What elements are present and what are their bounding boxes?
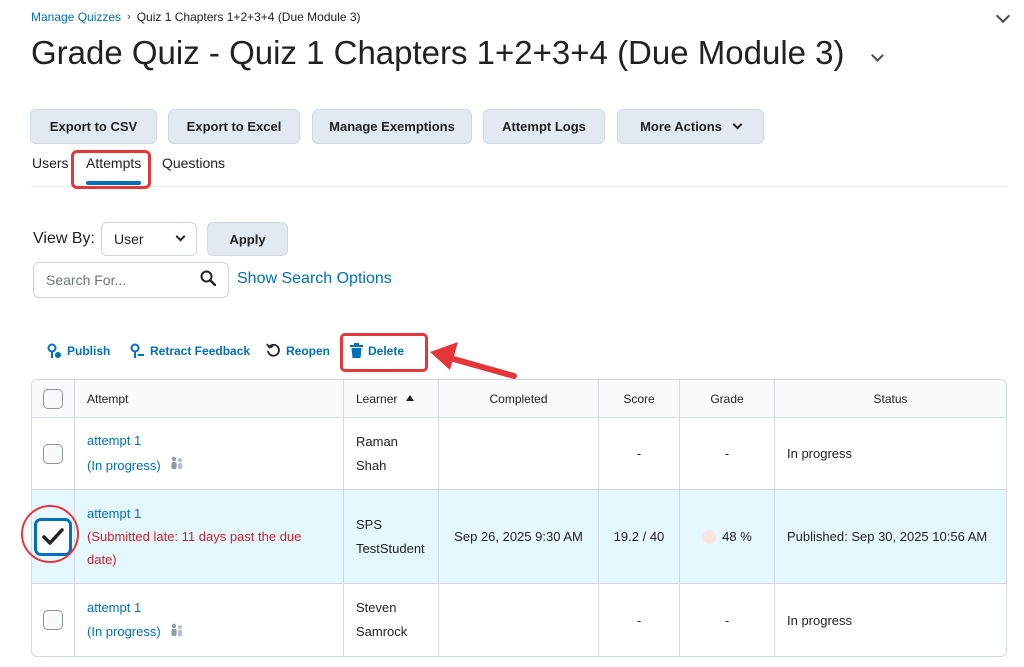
annotation-arrow-icon [430,342,517,379]
completed-cell [439,584,599,656]
table-row: attempt 1 (In progress) Raman Shah - - In… [32,418,1006,490]
attempt-late-notice: (Submitted late: 11 days past the due da… [87,529,302,567]
column-header-score: Score [599,380,680,417]
search-box [33,262,229,298]
status-cell: Published: Sep 30, 2025 10:56 AM [787,529,988,544]
learner-last-name: Shah [356,457,387,473]
table-row: attempt 1 (In progress) Steven Samrock - … [32,584,1006,656]
chevron-down-icon[interactable] [995,8,1011,24]
table-header: Attempt Learner Completed Score Grade St… [32,380,1006,418]
grade-cell: 48 % [680,490,775,583]
breadcrumb-separator: › [127,11,131,23]
page-title-text: Grade Quiz - Quiz 1 Chapters 1+2+3+4 (Du… [31,34,845,71]
publish-label: Publish [67,344,111,358]
attempt-link[interactable]: attempt 1 [87,432,185,450]
select-all-cell [32,380,75,417]
score-cell: 19.2 / 40 [599,490,680,583]
breadcrumb: Manage Quizzes › Quiz 1 Chapters 1+2+3+4… [31,10,361,24]
status-cell: In progress [787,612,853,628]
export-excel-label: Export to Excel [186,119,282,134]
view-by-label: View By: [33,230,95,247]
attempt-logs-button[interactable]: Attempt Logs [483,109,605,144]
attempts-table: Attempt Learner Completed Score Grade St… [31,379,1007,657]
reopen-button[interactable]: Reopen [266,343,330,358]
page-title: Grade Quiz - Quiz 1 Chapters 1+2+3+4 (Du… [31,34,884,72]
reopen-label: Reopen [286,343,331,358]
manage-exemptions-button[interactable]: Manage Exemptions [312,109,472,144]
learner-first-name: SPS [356,516,383,532]
manage-exemptions-label: Manage Exemptions [329,119,455,134]
search-input[interactable] [46,272,186,288]
more-actions-label: More Actions [640,119,722,134]
show-search-options-link[interactable]: Show Search Options [237,270,392,288]
tab-users[interactable]: Users [32,155,69,171]
learner-cell: Raman Shah [344,418,439,489]
row-checkbox[interactable] [43,610,63,630]
delete-button-highlight [340,333,428,372]
learner-first-name: Steven [356,600,397,615]
attempt-cell: attempt 1 (In progress) [75,584,344,656]
completed-cell [439,418,599,489]
column-header-attempt: Attempt [75,380,344,417]
learner-last-name: TestStudent [356,540,425,556]
row-select-cell [32,584,75,656]
sort-ascending-icon [406,394,415,401]
attempt-state: (In progress) [87,624,161,639]
learner-first-name: Raman [356,433,398,449]
learner-cell: SPS TestStudent [344,490,439,583]
apply-button[interactable]: Apply [207,222,288,256]
column-header-grade: Grade [680,380,775,417]
attempt-cell: attempt 1 (Submitted late: 11 days past … [75,490,344,583]
attempt-logs-label: Attempt Logs [502,119,586,134]
status-cell: In progress [787,446,853,461]
publish-icon [47,343,62,359]
column-header-status: Status [873,391,908,406]
learner-last-name: Samrock [356,624,408,639]
completed-cell: Sep 26, 2025 9:30 AM [439,490,599,583]
tab-questions[interactable]: Questions [162,155,225,171]
checkbox-highlight-circle [21,505,79,563]
learner-cell: Steven Samrock [344,584,439,656]
in-progress-icon [169,623,185,642]
select-all-checkbox[interactable] [43,388,63,409]
publish-button[interactable]: Publish [47,343,110,359]
view-by-select[interactable]: User [101,222,197,256]
breadcrumb-link-manage-quizzes[interactable]: Manage Quizzes [31,10,121,24]
view-by-value: User [114,231,144,247]
table-row-selected: attempt 1 (Submitted late: 11 days past … [32,490,1006,584]
chevron-down-icon [175,231,186,241]
export-csv-button[interactable]: Export to CSV [30,109,157,144]
grade-indicator-icon [702,529,717,544]
grade-value: 48 % [722,529,752,544]
attempt-state: (In progress) [87,457,161,473]
column-header-completed: Completed [439,380,599,417]
export-excel-button[interactable]: Export to Excel [168,109,300,144]
export-csv-label: Export to CSV [49,119,138,134]
reopen-icon [266,343,281,358]
breadcrumb-current: Quiz 1 Chapters 1+2+3+4 (Due Module 3) [136,10,361,24]
row-checkbox[interactable] [43,443,63,464]
column-header-learner[interactable]: Learner [344,380,439,417]
attempt-link[interactable]: attempt 1 [87,502,331,525]
row-select-cell [32,418,75,489]
learner-header-label: Learner [356,391,398,406]
retract-feedback-button[interactable]: Retract Feedback [130,343,250,359]
grade-cell: - [680,584,775,656]
more-actions-button[interactable]: More Actions [617,109,764,144]
retract-feedback-label: Retract Feedback [150,344,251,358]
retract-feedback-icon [130,343,145,359]
tab-bar: Users Attempts Questions [31,155,1007,187]
grade-cell: - [680,418,775,489]
apply-label: Apply [229,231,266,247]
attempts-tab-highlight [71,150,151,189]
title-chevron-down-icon[interactable] [870,48,884,62]
attempt-link[interactable]: attempt 1 [87,599,185,617]
search-icon[interactable] [200,270,217,291]
chevron-down-icon [732,119,743,130]
in-progress-icon [169,456,185,475]
score-cell: - [599,418,680,489]
score-cell: - [599,584,680,656]
attempt-cell: attempt 1 (In progress) [75,418,344,489]
